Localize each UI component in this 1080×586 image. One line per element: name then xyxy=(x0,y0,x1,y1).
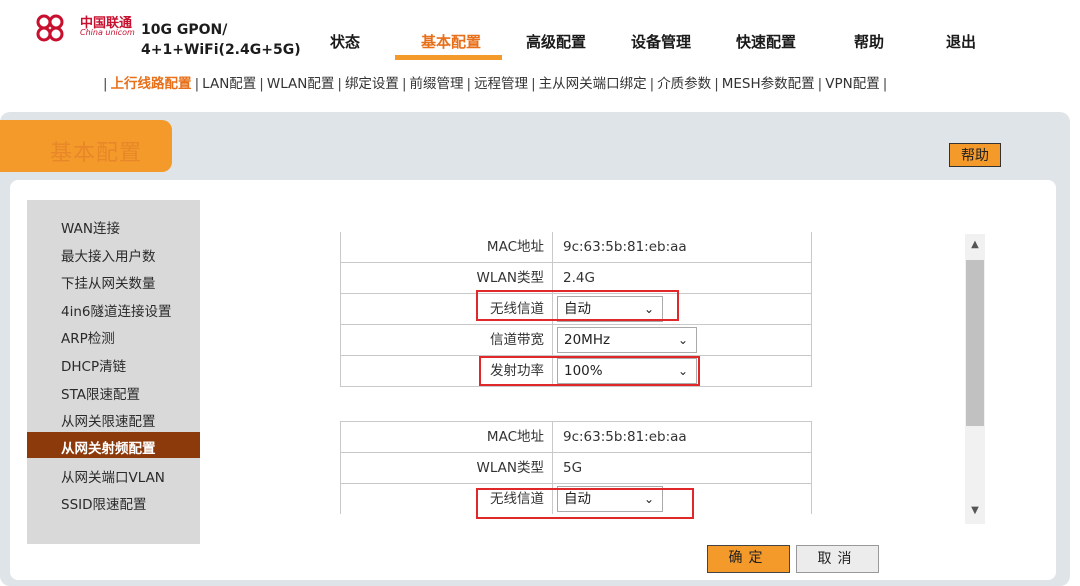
china-unicom-logo-icon xyxy=(36,14,64,42)
subnav-separator: | xyxy=(103,76,108,92)
subnav-media-params[interactable]: 介质参数 xyxy=(657,76,711,92)
device-model-line1: 10G GPON/ xyxy=(141,22,228,38)
sub-navigation: | 上行线路配置 | LAN配置 | WLAN配置 | 绑定设置 | 前缀管理 | 远程管理 | 主从网关… xyxy=(100,72,890,92)
table-row: MAC地址 9c:63:5b:81:eb:aa xyxy=(340,232,812,263)
scrollbar-thumb[interactable] xyxy=(966,260,984,426)
sidebar-item-sta-rate-limit[interactable]: STA限速配置 xyxy=(61,383,140,403)
subnav-uplink-config[interactable]: 上行线路配置 xyxy=(111,76,192,92)
nav-quick-config[interactable]: 快速配置 xyxy=(736,31,796,52)
subnav-wlan-config[interactable]: WLAN配置 xyxy=(267,76,335,92)
brand-name-en: China unicom xyxy=(80,28,135,37)
subnav-separator: | xyxy=(714,76,719,92)
wlan-type-value: 5G xyxy=(563,460,583,476)
table-row: WLAN类型 5G xyxy=(340,453,812,484)
sidebar-item-sub-gateway-radio-config[interactable]: 从网关射频配置 xyxy=(61,437,156,457)
subnav-gateway-port-binding[interactable]: 主从网关端口绑定 xyxy=(539,76,647,92)
bandwidth-select[interactable]: 20MHz ⌄ xyxy=(557,327,697,353)
bandwidth-select-value: 20MHz xyxy=(564,332,611,348)
sidebar-item-sub-gateway-count[interactable]: 下挂从网关数量 xyxy=(61,272,156,292)
confirm-button[interactable]: 确定 xyxy=(707,545,790,573)
sidebar-item-wan-connection[interactable]: WAN连接 xyxy=(61,217,120,237)
mac-address-value: 9c:63:5b:81:eb:aa xyxy=(563,239,687,255)
help-button[interactable]: 帮助 xyxy=(949,143,1001,167)
sidebar-item-sub-gateway-port-vlan[interactable]: 从网关端口VLAN xyxy=(61,466,165,486)
panel-title: 基本配置 xyxy=(50,141,143,166)
subnav-binding-settings[interactable]: 绑定设置 xyxy=(345,76,399,92)
subnav-separator: | xyxy=(194,76,200,92)
subnav-remote-management[interactable]: 远程管理 xyxy=(474,76,528,92)
subnav-vpn-config[interactable]: VPN配置 xyxy=(825,76,879,92)
subnav-separator: | xyxy=(531,76,536,92)
sidebar-item-4in6-tunnel[interactable]: 4in6隧道连接设置 xyxy=(61,300,172,320)
sidebar-item-ssid-rate-limit[interactable]: SSID限速配置 xyxy=(61,493,147,513)
subnav-separator: | xyxy=(259,76,264,92)
nav-logout[interactable]: 退出 xyxy=(946,31,976,52)
nav-basic-config[interactable]: 基本配置 xyxy=(421,31,481,52)
chevron-down-icon: ⌄ xyxy=(677,333,688,347)
sidebar: WAN连接 最大接入用户数 下挂从网关数量 4in6隧道连接设置 ARP检测 D… xyxy=(27,200,200,544)
wlan-type-label: WLAN类型 xyxy=(341,453,553,483)
device-model-line2: 4+1+WiFi(2.4G+5G) xyxy=(141,42,301,58)
table-row: 信道带宽 20MHz ⌄ xyxy=(340,325,812,356)
arrow-up-icon[interactable]: ▲ xyxy=(966,236,984,254)
subnav-separator: | xyxy=(337,76,342,92)
cancel-button[interactable]: 取消 xyxy=(796,545,879,573)
nav-help[interactable]: 帮助 xyxy=(854,31,884,52)
arrow-down-icon[interactable]: ▼ xyxy=(966,502,984,520)
mac-address-label: MAC地址 xyxy=(341,232,553,262)
wlan-type-label: WLAN类型 xyxy=(341,263,553,293)
wlan-type-value: 2.4G xyxy=(563,270,595,286)
mac-address-label: MAC地址 xyxy=(341,422,553,452)
sidebar-item-dhcp-clear[interactable]: DHCP清链 xyxy=(61,355,126,375)
subnav-separator: | xyxy=(401,76,407,92)
highlight-box xyxy=(476,290,679,321)
subnav-separator: | xyxy=(466,76,472,92)
table-row: MAC地址 9c:63:5b:81:eb:aa xyxy=(340,422,812,453)
subnav-separator: | xyxy=(649,76,655,92)
nav-device-management[interactable]: 设备管理 xyxy=(631,31,691,52)
subnav-separator: | xyxy=(817,76,823,92)
subnav-lan-config[interactable]: LAN配置 xyxy=(202,76,256,92)
sidebar-item-sub-gateway-rate-limit[interactable]: 从网关限速配置 xyxy=(61,410,156,430)
subnav-prefix-management[interactable]: 前缀管理 xyxy=(410,76,464,92)
bandwidth-label: 信道带宽 xyxy=(341,325,553,355)
nav-status[interactable]: 状态 xyxy=(330,31,360,52)
subnav-mesh-config[interactable]: MESH参数配置 xyxy=(722,76,815,92)
nav-active-underline xyxy=(395,55,502,60)
highlight-box xyxy=(476,488,694,519)
sidebar-item-arp-detection[interactable]: ARP检测 xyxy=(61,327,115,347)
nav-advanced-config[interactable]: 高级配置 xyxy=(526,31,586,52)
mac-address-value: 9c:63:5b:81:eb:aa xyxy=(563,429,687,445)
subnav-separator: | xyxy=(882,76,888,92)
highlight-box xyxy=(479,356,700,386)
sidebar-item-max-users[interactable]: 最大接入用户数 xyxy=(61,245,156,265)
